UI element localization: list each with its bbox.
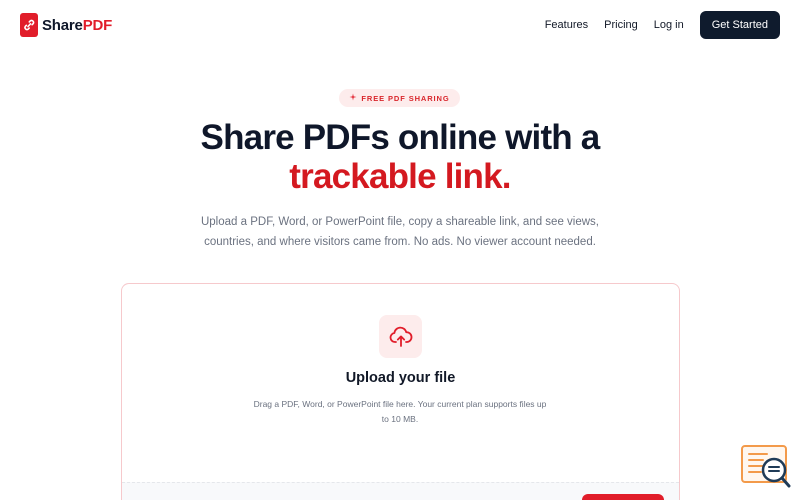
- sparkle-icon: [349, 93, 357, 103]
- help-search-icon[interactable]: [741, 445, 791, 489]
- brand-name: SharePDF: [42, 17, 112, 34]
- top-nav: Features Pricing Log in Get Started: [545, 0, 780, 50]
- nav-link-login[interactable]: Log in: [654, 19, 684, 31]
- upload-dropzone[interactable]: Upload your file Drag a PDF, Word, or Po…: [121, 283, 680, 500]
- hero-title-highlight: trackable link.: [289, 157, 511, 196]
- brand-name-part2: PDF: [82, 16, 113, 34]
- hero-badge: FREE PDF SHARING: [339, 89, 460, 107]
- cloud-upload-icon[interactable]: [379, 315, 422, 358]
- upload-action-button[interactable]: [582, 494, 664, 500]
- nav-link-pricing[interactable]: Pricing: [604, 19, 638, 31]
- brand-name-part1: Share: [42, 16, 83, 34]
- hero-title: Share PDFs online with a trackable link.: [0, 118, 800, 196]
- hero-subtitle: Upload a PDF, Word, or PowerPoint file, …: [200, 216, 599, 248]
- site-header: SharePDF Features Pricing Log in Get Sta…: [0, 0, 800, 50]
- upload-description: Drag a PDF, Word, or PowerPoint file her…: [253, 399, 547, 424]
- get-started-button[interactable]: Get Started: [699, 11, 780, 39]
- link-icon: [20, 13, 38, 37]
- brand-logo[interactable]: SharePDF: [20, 13, 112, 37]
- upload-title: Upload your file: [345, 370, 456, 386]
- upload-card-footer: [122, 482, 679, 500]
- nav-link-features[interactable]: Features: [545, 19, 588, 31]
- hero-title-line1: Share PDFs online with a: [200, 118, 601, 157]
- hero-badge-label: FREE PDF SHARING: [361, 93, 450, 103]
